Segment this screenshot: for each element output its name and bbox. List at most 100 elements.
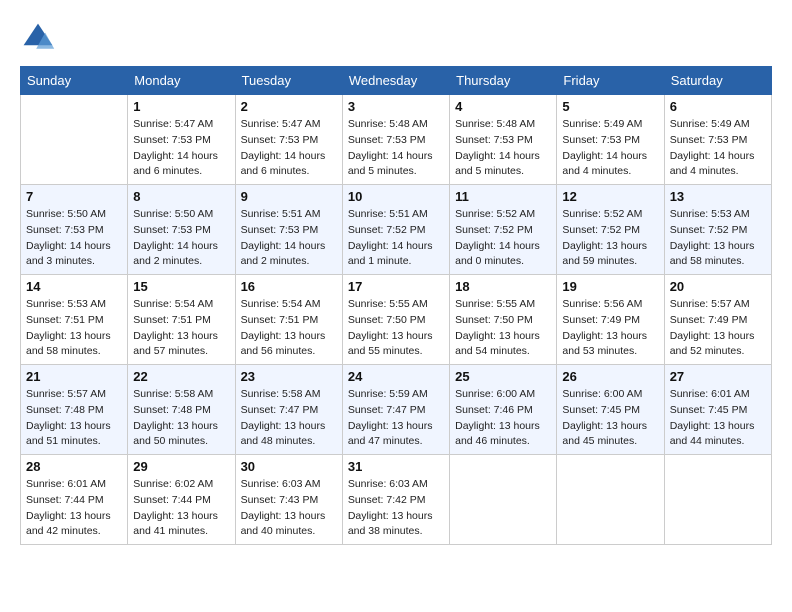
calendar-cell: 24Sunrise: 5:59 AMSunset: 7:47 PMDayligh… [342,365,449,455]
day-number: 16 [241,279,337,294]
calendar-cell: 16Sunrise: 5:54 AMSunset: 7:51 PMDayligh… [235,275,342,365]
day-info: Sunrise: 5:57 AMSunset: 7:49 PMDaylight:… [670,297,766,360]
day-number: 23 [241,369,337,384]
calendar-cell: 29 Sunrise: 6:02 AMSunset: 7:44 PMDayligh… [128,455,235,545]
weekday-header: Tuesday [235,67,342,95]
day-number: 5 [562,99,658,114]
day-info: Sunrise: 5:54 AMSunset: 7:51 PMDaylight:… [133,297,229,360]
day-number: 20 [670,279,766,294]
calendar-cell: 25 Sunrise: 6:00 AMSunset: 7:46 PMDayligh… [450,365,557,455]
day-info: Sunrise: 5:53 AMSunset: 7:51 PMDaylight:… [26,297,122,360]
day-number: 1 [133,99,229,114]
day-number: 11 [455,189,551,204]
day-info: Sunrise: 5:58 AMSunset: 7:47 PMDaylight:… [241,387,337,450]
day-info: Sunrise: 5:58 AMSunset: 7:48 PMDaylight:… [133,387,229,450]
calendar-cell: 15 Sunrise: 5:54 AMSunset: 7:51 PMDayligh… [128,275,235,365]
calendar-cell: 31 Sunrise: 6:03 AMSunset: 7:42 PMDayligh… [342,455,449,545]
day-info: Sunrise: 6:00 AMSunset: 7:46 PMDaylight:… [455,387,551,450]
calendar-cell: 14 Sunrise: 5:53 AMSunset: 7:51 PMDayligh… [21,275,128,365]
day-info: Sunrise: 5:48 AMSunset: 7:53 PMDaylight:… [455,117,551,180]
calendar-cell: 6 Sunrise: 5:49 AMSunset: 7:53 PMDaylight… [664,95,771,185]
day-info: Sunrise: 5:52 AMSunset: 7:52 PMDaylight:… [455,207,551,270]
logo-icon [20,20,56,56]
calendar-cell: 1 Sunrise: 5:47 AMSunset: 7:53 PMDaylight… [128,95,235,185]
day-number: 31 [348,459,444,474]
day-number: 26 [562,369,658,384]
weekday-header: Monday [128,67,235,95]
calendar-cell: 8 Sunrise: 5:50 AMSunset: 7:53 PMDaylight… [128,185,235,275]
day-number: 3 [348,99,444,114]
calendar-cell: 18Sunrise: 5:55 AMSunset: 7:50 PMDayligh… [450,275,557,365]
day-info: Sunrise: 5:50 AMSunset: 7:53 PMDaylight:… [133,207,229,270]
day-info: Sunrise: 5:47 AMSunset: 7:53 PMDaylight:… [241,117,337,180]
day-number: 13 [670,189,766,204]
calendar-cell: 3 Sunrise: 5:48 AMSunset: 7:53 PMDaylight… [342,95,449,185]
day-info: Sunrise: 5:51 AMSunset: 7:52 PMDaylight:… [348,207,444,270]
day-number: 14 [26,279,122,294]
weekday-header: Thursday [450,67,557,95]
day-info: Sunrise: 6:03 AMSunset: 7:43 PMDaylight:… [241,477,337,540]
calendar-cell: 23 Sunrise: 5:58 AMSunset: 7:47 PMDayligh… [235,365,342,455]
day-number: 27 [670,369,766,384]
calendar-cell: 28 Sunrise: 6:01 AMSunset: 7:44 PMDayligh… [21,455,128,545]
calendar-cell: 11 Sunrise: 5:52 AMSunset: 7:52 PMDayligh… [450,185,557,275]
weekday-header: Saturday [664,67,771,95]
calendar-cell: 19 Sunrise: 5:56 AMSunset: 7:49 PMDayligh… [557,275,664,365]
calendar-cell: 22 Sunrise: 5:58 AMSunset: 7:48 PMDayligh… [128,365,235,455]
day-info: Sunrise: 5:56 AMSunset: 7:49 PMDaylight:… [562,297,658,360]
day-number: 17 [348,279,444,294]
weekday-header: Sunday [21,67,128,95]
calendar-cell: 10 Sunrise: 5:51 AMSunset: 7:52 PMDayligh… [342,185,449,275]
day-info: Sunrise: 6:01 AMSunset: 7:45 PMDaylight:… [670,387,766,450]
day-number: 2 [241,99,337,114]
day-info: Sunrise: 5:59 AMSunset: 7:47 PMDaylight:… [348,387,444,450]
calendar-cell: 4 Sunrise: 5:48 AMSunset: 7:53 PMDaylight… [450,95,557,185]
day-number: 8 [133,189,229,204]
weekday-header: Friday [557,67,664,95]
day-number: 19 [562,279,658,294]
calendar-cell [664,455,771,545]
page-header [20,20,772,56]
day-info: Sunrise: 5:53 AMSunset: 7:52 PMDaylight:… [670,207,766,270]
calendar-cell: 7 Sunrise: 5:50 AMSunset: 7:53 PMDaylight… [21,185,128,275]
day-info: Sunrise: 5:50 AMSunset: 7:53 PMDaylight:… [26,207,122,270]
day-info: Sunrise: 5:49 AMSunset: 7:53 PMDaylight:… [670,117,766,180]
day-number: 12 [562,189,658,204]
calendar-header-row: SundayMondayTuesdayWednesdayThursdayFrid… [21,67,772,95]
day-number: 6 [670,99,766,114]
calendar-cell: 17 Sunrise: 5:55 AMSunset: 7:50 PMDayligh… [342,275,449,365]
calendar-week-row: 7 Sunrise: 5:50 AMSunset: 7:53 PMDaylight… [21,185,772,275]
day-number: 18 [455,279,551,294]
day-number: 25 [455,369,551,384]
day-number: 21 [26,369,122,384]
calendar-cell: 5 Sunrise: 5:49 AMSunset: 7:53 PMDaylight… [557,95,664,185]
day-number: 30 [241,459,337,474]
day-info: Sunrise: 5:48 AMSunset: 7:53 PMDaylight:… [348,117,444,180]
day-info: Sunrise: 5:52 AMSunset: 7:52 PMDaylight:… [562,207,658,270]
day-info: Sunrise: 5:49 AMSunset: 7:53 PMDaylight:… [562,117,658,180]
calendar-cell: 12 Sunrise: 5:52 AMSunset: 7:52 PMDayligh… [557,185,664,275]
day-number: 28 [26,459,122,474]
day-number: 4 [455,99,551,114]
day-info: Sunrise: 6:02 AMSunset: 7:44 PMDaylight:… [133,477,229,540]
calendar-cell: 13 Sunrise: 5:53 AMSunset: 7:52 PMDayligh… [664,185,771,275]
calendar-table: SundayMondayTuesdayWednesdayThursdayFrid… [20,66,772,545]
day-info: Sunrise: 6:01 AMSunset: 7:44 PMDaylight:… [26,477,122,540]
calendar-cell: 26Sunrise: 6:00 AMSunset: 7:45 PMDayligh… [557,365,664,455]
day-info: Sunrise: 5:51 AMSunset: 7:53 PMDaylight:… [241,207,337,270]
day-number: 29 [133,459,229,474]
calendar-cell: 27 Sunrise: 6:01 AMSunset: 7:45 PMDayligh… [664,365,771,455]
calendar-cell: 9 Sunrise: 5:51 AMSunset: 7:53 PMDaylight… [235,185,342,275]
calendar-cell: 20 Sunrise: 5:57 AMSunset: 7:49 PMDayligh… [664,275,771,365]
day-number: 7 [26,189,122,204]
day-info: Sunrise: 6:03 AMSunset: 7:42 PMDaylight:… [348,477,444,540]
day-number: 9 [241,189,337,204]
calendar-cell [450,455,557,545]
day-number: 22 [133,369,229,384]
day-info: Sunrise: 5:47 AMSunset: 7:53 PMDaylight:… [133,117,229,180]
day-number: 15 [133,279,229,294]
day-info: Sunrise: 5:57 AMSunset: 7:48 PMDaylight:… [26,387,122,450]
day-number: 10 [348,189,444,204]
day-info: Sunrise: 5:55 AMSunset: 7:50 PMDaylight:… [348,297,444,360]
logo [20,20,60,56]
